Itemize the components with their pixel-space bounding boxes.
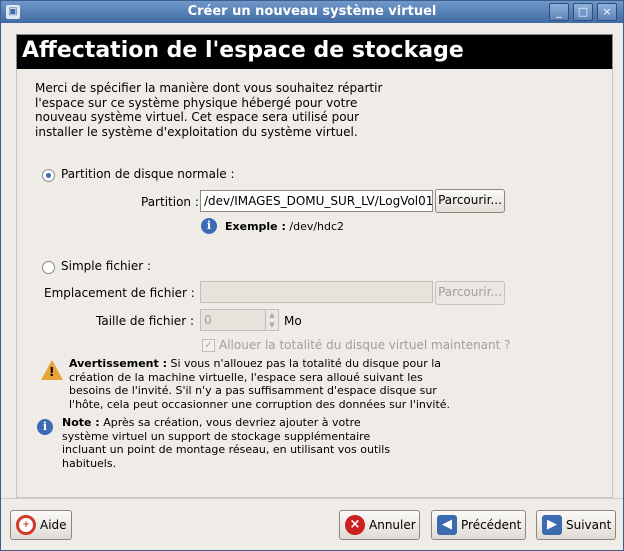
- help-button-label: Aide: [40, 518, 67, 532]
- footer-separator: [1, 498, 623, 499]
- cancel-button[interactable]: × Annuler: [339, 510, 420, 540]
- partition-browse-button[interactable]: Parcourir...: [435, 189, 505, 213]
- cancel-icon: ×: [345, 515, 365, 535]
- file-size-spinner[interactable]: ▲ ▼: [265, 309, 279, 331]
- allocate-checkbox[interactable]: ✓: [202, 339, 215, 352]
- file-location-input[interactable]: [200, 281, 433, 303]
- partition-radio-label[interactable]: Partition de disque normale :: [61, 167, 235, 181]
- content-area: Merci de spécifier la manière dont vous …: [16, 69, 613, 498]
- next-arrow-icon: ▶: [542, 515, 562, 535]
- close-button[interactable]: ×: [597, 3, 617, 21]
- file-browse-button[interactable]: Parcourir...: [435, 281, 505, 305]
- cancel-button-label: Annuler: [369, 518, 416, 532]
- wizard-window: ▣ Créer un nouveau système virtuel _ □ ×…: [0, 0, 624, 551]
- note-label: Note :: [62, 416, 100, 429]
- file-location-label: Emplacement de fichier :: [44, 286, 195, 300]
- partition-input[interactable]: /dev/IMAGES_DOMU_SUR_LV/LogVol01: [200, 190, 433, 212]
- info-icon: i: [201, 218, 217, 234]
- next-button-label: Suivant: [566, 518, 612, 532]
- file-size-input[interactable]: 0: [200, 309, 266, 331]
- note-text: Note : Après sa création, vous devriez a…: [62, 416, 407, 470]
- window-title: Créer un nouveau système virtuel: [187, 4, 437, 19]
- file-size-unit: Mo: [284, 314, 302, 328]
- help-button[interactable]: + Aide: [10, 510, 72, 540]
- partition-example: Exemple : /dev/hdc2: [225, 220, 344, 234]
- page-title: Affectation de l'espace de stockage: [22, 38, 464, 63]
- intro-text: Merci de spécifier la manière dont vous …: [35, 81, 383, 139]
- next-button[interactable]: ▶ Suivant: [536, 510, 616, 540]
- warning-label: Avertissement :: [69, 357, 168, 370]
- partition-label: Partition :: [141, 195, 199, 209]
- back-arrow-icon: ◀: [437, 515, 457, 535]
- page-header: Affectation de l'espace de stockage: [16, 34, 613, 70]
- maximize-button[interactable]: □: [573, 3, 593, 21]
- file-size-label: Taille de fichier :: [96, 314, 194, 328]
- example-value: /dev/hdc2: [289, 220, 345, 233]
- allocate-label[interactable]: Allouer la totalité du disque virtuel ma…: [219, 338, 511, 352]
- note-info-icon: i: [37, 419, 53, 435]
- file-radio-label[interactable]: Simple fichier :: [61, 259, 151, 273]
- file-radio[interactable]: [42, 261, 55, 274]
- example-label: Exemple :: [225, 220, 286, 233]
- back-button-label: Précédent: [461, 518, 522, 532]
- warning-icon: !: [41, 360, 63, 380]
- warning-text: Avertissement : Si vous n'allouez pas la…: [69, 357, 459, 411]
- minimize-button[interactable]: _: [549, 3, 569, 21]
- help-icon: +: [16, 515, 36, 535]
- note-body: Après sa création, vous devriez ajouter …: [62, 416, 391, 470]
- partition-radio[interactable]: [42, 169, 55, 182]
- back-button[interactable]: ◀ Précédent: [431, 510, 526, 540]
- title-bar[interactable]: ▣ Créer un nouveau système virtuel _ □ ×: [1, 1, 623, 23]
